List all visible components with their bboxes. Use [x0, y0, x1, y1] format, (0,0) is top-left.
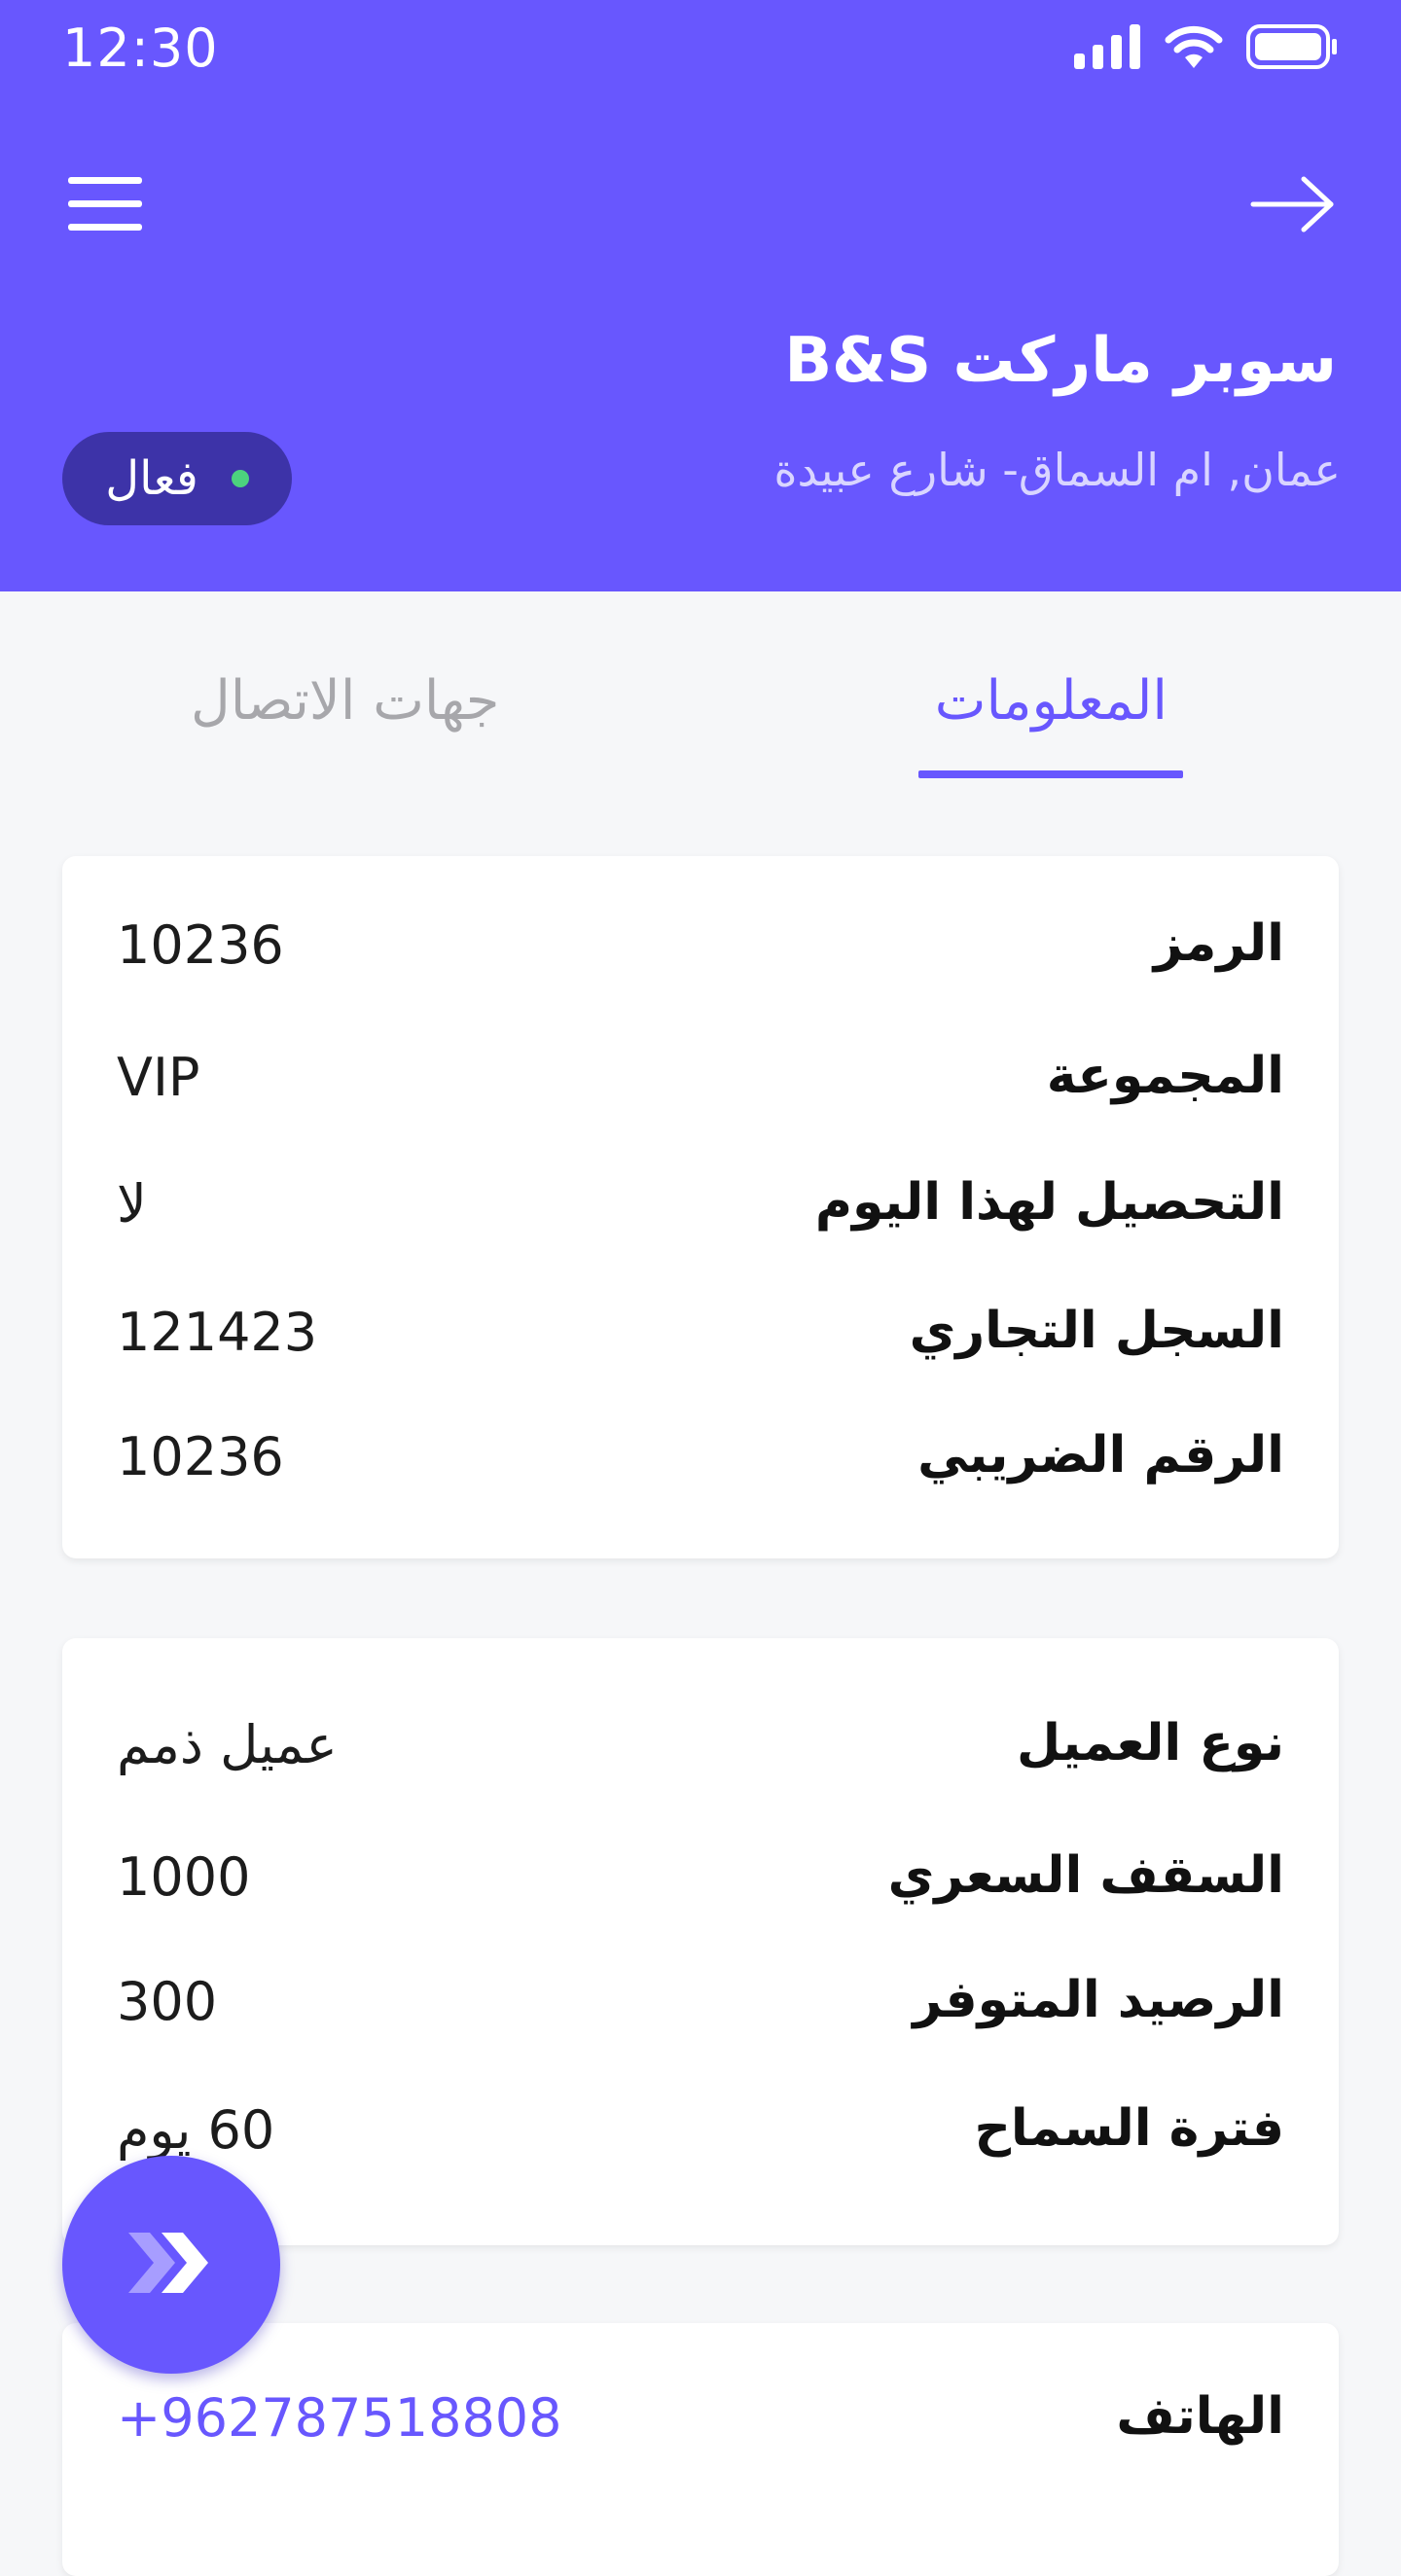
row-value: 300	[117, 1971, 218, 2032]
row-label: الهاتف	[1116, 2387, 1284, 2446]
phone-link[interactable]: +962787518808	[117, 2387, 562, 2449]
row-label: السقف السعري	[887, 1846, 1284, 1905]
status-time: 12:30	[62, 18, 219, 79]
status-icons	[1074, 23, 1339, 74]
tab-bar: المعلومات جهات الاتصال	[0, 591, 1401, 782]
row-value: 10236	[117, 1426, 284, 1487]
contact-card: الهاتف +962787518808	[62, 2323, 1339, 2576]
menu-button[interactable]	[58, 160, 152, 253]
info-row-group: المجموعة VIP	[117, 1047, 1284, 1134]
row-label: الرمز	[1153, 914, 1284, 973]
row-label: الرقم الضريبي	[917, 1426, 1284, 1485]
row-value: 60 يوم	[117, 2099, 275, 2161]
row-label: نوع العميل	[1017, 1714, 1284, 1772]
wifi-icon	[1164, 23, 1224, 74]
info-row-commercial-register: السجل التجاري 121423	[117, 1302, 1284, 1389]
row-value: 10236	[117, 914, 284, 976]
row-value: 121423	[117, 1302, 318, 1363]
row-label: الرصيد المتوفر	[913, 1971, 1284, 2029]
row-label: المجموعة	[1046, 1047, 1284, 1105]
credit-card: نوع العميل عميل ذمم السقف السعري 1000 ال…	[62, 1638, 1339, 2245]
row-value: لا	[117, 1173, 147, 1234]
back-button[interactable]	[1239, 160, 1347, 253]
status-badge-label: فعال	[105, 451, 198, 506]
status-bar: 12:30	[0, 0, 1401, 97]
credit-row-price-ceiling: السقف السعري 1000	[117, 1846, 1284, 1934]
info-row-code: الرمز 10236	[117, 914, 1284, 1002]
tab-contacts[interactable]: جهات الاتصال	[191, 669, 499, 733]
contact-row-phone: الهاتف +962787518808	[117, 2387, 1284, 2475]
signal-icon	[1074, 24, 1142, 73]
row-value: 1000	[117, 1846, 251, 1908]
credit-row-customer-type: نوع العميل عميل ذمم	[117, 1714, 1284, 1802]
status-badge: فعال	[62, 432, 292, 525]
store-address: عمان, ام السماق- شارع عبيدة	[773, 444, 1341, 496]
info-row-collection: التحصيل لهذا اليوم لا	[117, 1173, 1284, 1261]
double-chevron-icon	[125, 2229, 218, 2301]
row-label: السجل التجاري	[909, 1302, 1284, 1360]
status-dot	[231, 470, 249, 487]
credit-row-grace-period: فترة السماح 60 يوم	[117, 2099, 1284, 2187]
info-card: الرمز 10236 المجموعة VIP التحصيل لهذا ال…	[62, 856, 1339, 1558]
row-label: التحصيل لهذا اليوم	[814, 1173, 1284, 1232]
header: 12:30 سوبر ماركت B&S عمان, ام السماق- شا…	[0, 0, 1401, 591]
row-value: VIP	[117, 1047, 200, 1108]
credit-row-available-balance: الرصيد المتوفر 300	[117, 1971, 1284, 2058]
tab-active-indicator	[918, 770, 1183, 778]
arrow-right-icon	[1249, 173, 1337, 239]
row-value: عميل ذمم	[117, 1714, 338, 1775]
menu-icon	[68, 175, 142, 237]
fab-button[interactable]	[62, 2156, 280, 2374]
tab-info[interactable]: المعلومات	[935, 669, 1168, 733]
store-title: سوبر ماركت B&S	[784, 325, 1337, 397]
row-label: فترة السماح	[974, 2099, 1284, 2158]
info-row-tax-number: الرقم الضريبي 10236	[117, 1426, 1284, 1514]
battery-icon	[1245, 23, 1339, 74]
